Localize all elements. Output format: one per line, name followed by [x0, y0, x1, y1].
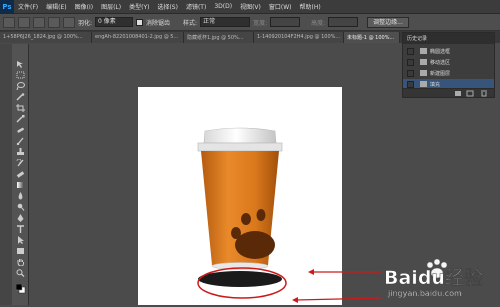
zoom-icon[interactable] — [16, 269, 25, 277]
menu-select[interactable]: 选择(S) — [153, 2, 182, 11]
menu-help[interactable]: 帮助(H) — [296, 2, 325, 11]
history-checkbox[interactable] — [407, 58, 414, 66]
history-item[interactable]: 移动选区 — [403, 57, 494, 67]
menu-view[interactable]: 视图(V) — [236, 2, 265, 11]
crop-icon[interactable] — [16, 104, 25, 112]
add-selection-icon[interactable] — [33, 16, 45, 28]
hand-icon[interactable] — [16, 258, 25, 267]
history-panel: 历史记录 椭圆选框 移动选区 新建图层 填充 — [402, 32, 495, 98]
type-icon[interactable] — [16, 225, 25, 233]
new-layer-icon — [420, 70, 427, 76]
eraser-icon[interactable] — [16, 170, 25, 178]
history-checkbox[interactable] — [407, 47, 414, 55]
menu-filter[interactable]: 滤镜(T) — [182, 2, 210, 11]
subtract-selection-icon[interactable] — [48, 16, 60, 28]
history-item[interactable]: 椭圆选框 — [403, 46, 494, 56]
history-panel-footer — [403, 88, 494, 97]
antialias-checkbox[interactable] — [136, 18, 144, 26]
history-brush-icon[interactable] — [16, 158, 25, 167]
options-bar: 羽化: 0 像素 消除锯齿 样式: 正常 宽度: 高度: 调整边缘... — [0, 14, 500, 31]
height-label: 高度: — [311, 19, 326, 27]
width-label: 宽度: — [253, 19, 268, 27]
trash-icon — [481, 90, 487, 97]
new-selection-icon[interactable] — [18, 16, 30, 28]
tab-document-2[interactable]: engAh-82201008401-2.jpg @ 5... — [92, 32, 184, 43]
document-canvas[interactable] — [138, 87, 342, 305]
tab-document-4[interactable]: 1-140920104F2H4.jpg @ 100%... — [254, 32, 344, 43]
menu-edit[interactable]: 编辑(E) — [42, 2, 70, 11]
height-input[interactable] — [328, 17, 359, 27]
tab-document-1[interactable]: 1+58P6J26_1824.jpg @ 100%... — [0, 32, 92, 43]
foreground-color-swatch[interactable] — [15, 283, 26, 294]
stamp-icon[interactable] — [16, 148, 25, 156]
move-selection-icon — [420, 59, 427, 65]
history-item[interactable]: 新建图层 — [403, 68, 494, 78]
pen-icon[interactable] — [16, 214, 25, 222]
fill-icon — [420, 81, 427, 87]
refine-edge-button[interactable]: 调整边缘... — [367, 16, 409, 28]
menu-image[interactable]: 图像(I) — [71, 2, 97, 11]
menu-layer[interactable]: 图层(L) — [97, 2, 125, 11]
history-checkbox[interactable] — [407, 69, 414, 77]
menu-type[interactable]: 类型(Y) — [125, 2, 153, 11]
feather-input[interactable]: 0 像素 — [95, 17, 134, 27]
marquee-preset-icon[interactable] — [3, 16, 15, 28]
blur-icon[interactable] — [16, 192, 25, 200]
tab-document-3[interactable]: 隐藏纸杯1.jpg @ 50%... — [184, 32, 254, 43]
shape-icon[interactable] — [16, 247, 25, 255]
photoshop-logo: Ps — [0, 0, 14, 14]
marquee-icon[interactable] — [16, 71, 25, 79]
move-icon[interactable] — [16, 60, 25, 68]
lasso-icon[interactable] — [16, 82, 25, 91]
new-snapshot-icon — [455, 91, 461, 96]
feather-label: 羽化: — [78, 19, 93, 27]
style-select[interactable]: 正常 — [200, 17, 251, 27]
history-checkbox[interactable] — [407, 80, 414, 88]
baidu-watermark: Baidu经验 jingyan.baidu.com — [380, 253, 500, 303]
heal-icon[interactable] — [16, 126, 25, 134]
coffee-cup-image — [197, 127, 283, 287]
quick-select-icon[interactable] — [16, 93, 25, 101]
path-select-icon[interactable] — [16, 236, 25, 244]
menu-3d[interactable]: 3D(D) — [210, 3, 236, 10]
dodge-icon[interactable] — [16, 203, 25, 211]
width-input[interactable] — [270, 17, 301, 27]
menu-file[interactable]: 文件(F) — [14, 2, 42, 11]
ellipse-marquee-icon — [420, 48, 427, 54]
style-label: 样式: — [183, 19, 198, 27]
tab-document-active[interactable]: 未标题-1 @ 100%... — [344, 32, 400, 43]
gradient-icon[interactable] — [16, 181, 25, 189]
brush-icon[interactable] — [16, 137, 25, 146]
baidu-brand-text: Baidu经验 — [384, 267, 483, 290]
antialias-label: 消除锯齿 — [146, 19, 171, 27]
new-document-icon — [466, 90, 474, 97]
toolbar — [12, 44, 29, 305]
intersect-selection-icon[interactable] — [63, 16, 75, 28]
left-panel-strip — [0, 44, 12, 305]
history-panel-title: 历史记录 — [403, 33, 494, 44]
menu-bar: Ps 文件(F) 编辑(E) 图像(I) 图层(L) 类型(Y) 选择(S) 滤… — [0, 0, 500, 14]
menu-window[interactable]: 窗口(W) — [265, 2, 296, 11]
eyedropper-icon[interactable] — [16, 115, 25, 123]
baidu-url-text: jingyan.baidu.com — [388, 289, 462, 298]
